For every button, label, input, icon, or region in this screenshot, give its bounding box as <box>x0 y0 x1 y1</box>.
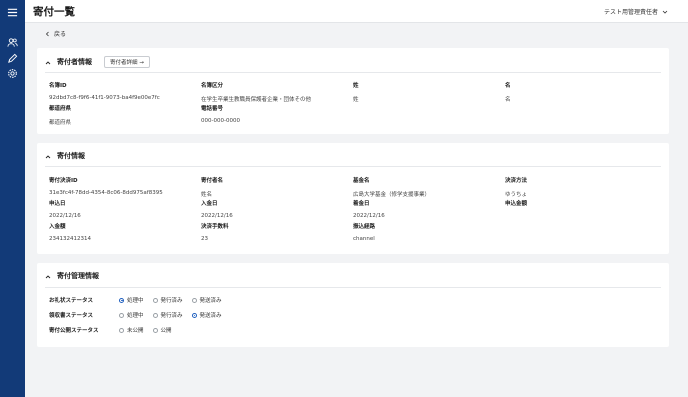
management-card: 寄付管理情報 お礼状ステータス 処理中 発行済み 発送済み 領収書ステータス 処… <box>37 263 669 347</box>
receipt-status-group: 処理中 発行済み 発送済み <box>119 311 222 319</box>
field-phone: 電話番号 000-000-0000 <box>201 106 240 124</box>
radio-option[interactable]: 公開 <box>152 326 172 334</box>
radio-dot <box>152 327 158 333</box>
section-title: 寄付情報 <box>57 152 85 160</box>
radio-dot <box>119 327 124 333</box>
gear-icon[interactable] <box>5 66 20 81</box>
field-first-name: 名名 <box>505 83 511 103</box>
sidebar <box>0 0 25 397</box>
field-last-name: 姓姓 <box>353 83 359 103</box>
field-roster-id: 名簿ID 92dbd7c8-f9f6-41f1-9073-ba4f9e00e7fc <box>49 83 160 101</box>
field-application-date: 申込日 2022/12/16 <box>49 201 81 219</box>
menu-icon[interactable] <box>5 5 20 20</box>
radio-dot <box>152 312 158 318</box>
publication-status-group: 未公開 公開 <box>119 326 172 334</box>
field-payment-method: 決済方法 ゆうちょ <box>505 178 528 198</box>
management-card-header: 寄付管理情報 <box>45 271 99 281</box>
field-deposit-amount: 入金額 234132412314 <box>49 224 91 242</box>
users-icon[interactable] <box>5 35 20 50</box>
chevron-up-icon[interactable] <box>45 274 51 279</box>
field-transfer-route: 振込経路 channel <box>353 224 376 242</box>
radio-option[interactable]: 発送済み <box>191 296 222 304</box>
radio-dot <box>119 297 124 303</box>
receipt-status-label: 領収書ステータス <box>49 313 94 319</box>
field-deposit-date: 入金日 2022/12/16 <box>201 201 233 219</box>
chevron-down-icon <box>662 10 668 14</box>
chevron-up-icon[interactable] <box>45 154 51 159</box>
field-payment-fee: 決済手数料 23 <box>201 224 229 242</box>
user-name: テスト用管理責任者 <box>603 9 658 16</box>
field-donor-name: 寄付者名 姓名 <box>201 178 224 198</box>
field-payment-id: 寄付決済ID 31e3fc4f-78dd-4354-8c06-8dd975af83… <box>49 178 163 196</box>
radio-dot <box>152 297 158 303</box>
radio-option[interactable]: 未公開 <box>119 326 144 334</box>
page-title: 寄付一覧 <box>33 6 75 18</box>
thank-you-letter-status-group: 処理中 発行済み 発送済み <box>119 296 222 304</box>
user-menu[interactable]: テスト用管理責任者 <box>604 7 668 16</box>
radio-option[interactable]: 処理中 <box>119 296 144 304</box>
field-prefecture: 都道府県 都道府県 <box>49 106 72 126</box>
radio-dot <box>191 312 197 318</box>
back-label: 戻る <box>54 31 67 38</box>
donation-icon[interactable] <box>5 51 20 66</box>
field-roster-type: 名簿区分 在学生卒業生教職員保護者企業・団体その他 <box>201 83 312 103</box>
field-application-amount: 申込金額 <box>505 201 528 207</box>
chevron-left-icon <box>45 31 49 36</box>
publication-status-label: 寄付公開ステータス <box>49 328 99 334</box>
donation-card-header: 寄付情報 <box>45 151 85 161</box>
radio-option[interactable]: 発行済み <box>152 296 183 304</box>
top-bar: 寄付一覧 テスト用管理責任者 <box>25 0 688 23</box>
radio-dot <box>119 312 124 318</box>
donor-detail-button[interactable]: 寄付者詳細 → <box>104 56 150 68</box>
field-receipt-date: 着金日 2022/12/16 <box>353 201 385 219</box>
radio-option[interactable]: 処理中 <box>119 311 144 319</box>
donation-card: 寄付情報 寄付決済ID 31e3fc4f-78dd-4354-8c06-8dd97… <box>37 143 669 254</box>
thank-you-letter-status-label: お礼状ステータス <box>49 298 94 304</box>
radio-dot <box>191 297 197 303</box>
chevron-up-icon[interactable] <box>45 60 51 65</box>
back-link[interactable]: 戻る <box>45 29 66 38</box>
radio-option[interactable]: 発行済み <box>152 311 183 319</box>
radio-option[interactable]: 発送済み <box>191 311 222 319</box>
section-title: 寄付管理情報 <box>57 272 99 280</box>
field-fund-name: 基金名 広島大学基金（修学支援事業） <box>353 178 431 198</box>
donor-card: 寄付者情報 寄付者詳細 → 名簿ID 92dbd7c8-f9f6-41f1-907… <box>37 48 669 134</box>
section-title: 寄付者情報 <box>57 58 92 66</box>
donor-card-header: 寄付者情報 寄付者詳細 → <box>45 56 150 68</box>
